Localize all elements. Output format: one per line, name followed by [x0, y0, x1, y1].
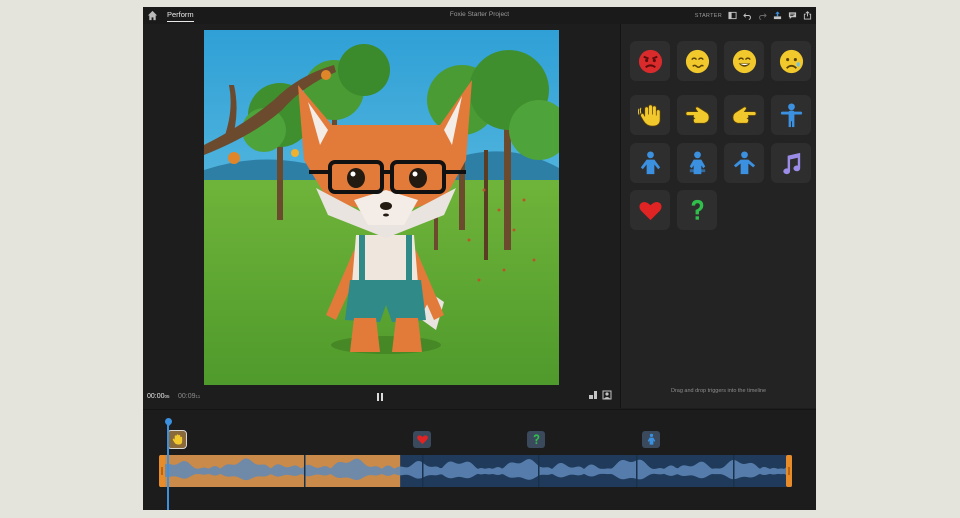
- undo-icon[interactable]: [743, 11, 752, 20]
- timeline-marker-pose[interactable]: [642, 431, 660, 448]
- point-left-icon: [685, 105, 709, 124]
- audio-waveform: [160, 455, 792, 487]
- audio-trim-start-handle[interactable]: [159, 455, 165, 487]
- pose-2-icon: [689, 150, 705, 174]
- share-icon[interactable]: [803, 11, 812, 20]
- trigger-heart[interactable]: [630, 190, 670, 230]
- character-scene: [204, 30, 559, 385]
- trigger-angry[interactable]: [630, 41, 670, 81]
- top-bar: Perform Foxie Starter Project STARTER: [143, 7, 816, 24]
- clip-divider: [422, 455, 424, 487]
- playhead-handle[interactable]: [163, 416, 173, 427]
- trigger-point-left[interactable]: [677, 95, 717, 135]
- total-duration: 00:0911: [178, 393, 201, 400]
- playhead[interactable]: [167, 420, 169, 510]
- arms-out-pose-icon: [780, 102, 802, 127]
- timeline[interactable]: [143, 409, 816, 510]
- pose-3-icon: [733, 150, 755, 174]
- top-right-toolbar: STARTER: [695, 9, 812, 22]
- pause-button[interactable]: [376, 393, 384, 402]
- sad-face-icon: [779, 49, 803, 73]
- audio-trim-end-handle[interactable]: [786, 455, 792, 487]
- trigger-worried[interactable]: [677, 41, 717, 81]
- trigger-arms-out[interactable]: [771, 95, 811, 135]
- wave-hand-icon: [172, 434, 182, 445]
- starter-badge: STARTER: [694, 12, 722, 19]
- angry-face-icon: [638, 49, 662, 73]
- clip-divider: [304, 455, 306, 487]
- pose-1-icon: [640, 150, 660, 174]
- clip-divider: [636, 455, 638, 487]
- happy-face-icon: [732, 49, 756, 73]
- trigger-wave[interactable]: [630, 95, 670, 135]
- trigger-sad[interactable]: [771, 41, 811, 81]
- question-mark-icon: [533, 434, 539, 444]
- heart-icon: [416, 435, 428, 445]
- foxie-character-canvas: [204, 30, 559, 385]
- panel-toggle-icon[interactable]: [728, 11, 737, 20]
- timeline-marker-heart[interactable]: [413, 431, 431, 448]
- pose-icon: [647, 433, 655, 445]
- timeline-marker-wave[interactable]: [167, 430, 187, 449]
- clip-divider: [538, 455, 540, 487]
- trigger-music[interactable]: [771, 143, 811, 183]
- trigger-happy[interactable]: [724, 41, 764, 81]
- pause-icon: [377, 393, 379, 401]
- worried-face-icon: [685, 49, 709, 73]
- trigger-pose-3[interactable]: [724, 143, 764, 183]
- feedback-icon[interactable]: [788, 11, 797, 20]
- clip-divider: [733, 455, 735, 487]
- drag-drop-hint: Drag and drop triggers into the timeline: [670, 388, 767, 394]
- scene-settings-icon[interactable]: [602, 390, 612, 400]
- trigger-point-right[interactable]: [724, 95, 764, 135]
- view-mode-icon[interactable]: [588, 390, 598, 400]
- heart-icon: [638, 201, 662, 220]
- upload-icon[interactable]: [773, 11, 782, 20]
- trigger-question[interactable]: [677, 190, 717, 230]
- app-window: Perform Foxie Starter Project STARTER 00…: [143, 7, 816, 510]
- trigger-pose-1[interactable]: [630, 143, 670, 183]
- wave-hand-icon: [637, 104, 661, 126]
- point-right-icon: [732, 105, 756, 124]
- trigger-pose-2[interactable]: [677, 143, 717, 183]
- audio-track[interactable]: [160, 455, 792, 487]
- music-note-icon: [782, 152, 800, 174]
- timeline-marker-question[interactable]: [527, 431, 545, 448]
- redo-icon[interactable]: [758, 11, 767, 20]
- current-time: 00:0005: [147, 393, 170, 400]
- triggers-panel: Drag and drop triggers into the timeline: [621, 24, 816, 408]
- question-mark-icon: [691, 199, 703, 220]
